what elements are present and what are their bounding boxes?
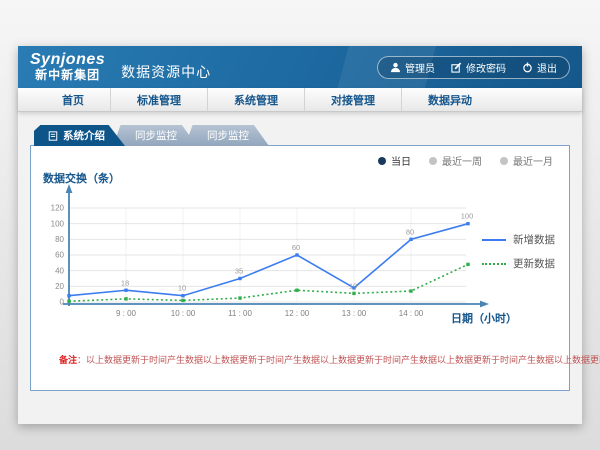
svg-text:14 : 00: 14 : 00 [399, 309, 424, 318]
radio-最近一周[interactable]: 最近一周 [429, 153, 482, 168]
chart-panel: 当日最近一周最近一月 数据交换（条） 0204060801001209 : 00… [30, 145, 570, 391]
chart-legend: 新增数据更新数据 [482, 232, 555, 271]
page-title: 数据资源中心 [121, 62, 211, 82]
tab-label: 系统介绍 [63, 128, 105, 143]
document-icon [48, 131, 58, 141]
user-toolbar-管理员[interactable]: 管理员 [390, 60, 435, 75]
tab-同步监控-2[interactable]: 同步监控 [185, 125, 269, 146]
user-toolbar-退出[interactable]: 退出 [522, 60, 557, 75]
nav-item-对接管理[interactable]: 对接管理 [305, 88, 402, 111]
radio-dot-icon [500, 157, 508, 165]
svg-text:60: 60 [292, 243, 300, 252]
footnote-text: ：以上数据更新于时间产生数据以上数据更新于时间产生数据以上数据更新于时间产生数据… [77, 355, 600, 365]
tab-同步监控-1[interactable]: 同步监控 [113, 125, 197, 146]
footnote-label: 备注 [59, 355, 77, 365]
svg-text:35: 35 [235, 267, 243, 276]
svg-text:20: 20 [55, 282, 64, 291]
svg-text:9 : 00: 9 : 00 [116, 309, 137, 318]
app-header: Synjones 新中新集团 数据资源中心 管理员 修改密码 退出 [18, 46, 582, 88]
brand-logo: Synjones 新中新集团 [30, 52, 105, 81]
content-area: 系统介绍同步监控同步监控 当日最近一周最近一月 数据交换（条） 02040608… [18, 112, 582, 424]
legend-item-更新数据: 更新数据 [482, 256, 555, 271]
svg-text:12 : 00: 12 : 00 [285, 309, 310, 318]
legend-label: 更新数据 [513, 256, 555, 271]
svg-text:13 : 00: 13 : 00 [342, 309, 367, 318]
tab-label: 同步监控 [207, 128, 249, 143]
tab-bar: 系统介绍 同步监控 同步监控 [34, 125, 570, 145]
user-toolbar-修改密码[interactable]: 修改密码 [451, 60, 506, 75]
time-range-filter: 当日 最近一周 最近一月 [378, 153, 553, 168]
svg-text:10: 10 [178, 284, 186, 293]
line-chart: 0 20 40 60 80 100 120 9 : 00 10 : 00 11 : 00 12 : … [39, 182, 501, 322]
radio-当日[interactable]: 当日 [378, 153, 411, 168]
user-toolbar: 管理员 修改密码 退出 [377, 56, 570, 79]
brand-logo-cn: 新中新集团 [30, 69, 105, 82]
nav-item-标准管理[interactable]: 标准管理 [111, 88, 208, 111]
logout-icon [522, 62, 533, 73]
svg-text:120: 120 [51, 204, 65, 213]
radio-label: 最近一月 [513, 153, 553, 168]
nav-item-数据异动[interactable]: 数据异动 [402, 88, 498, 111]
nav-item-首页[interactable]: 首页 [36, 88, 111, 111]
user-toolbar-label: 退出 [537, 60, 557, 75]
brand-logo-text: Synjones [30, 52, 105, 69]
legend-item-新增数据: 新增数据 [482, 232, 555, 247]
svg-text:40: 40 [55, 266, 64, 275]
radio-label: 最近一周 [442, 153, 482, 168]
user-icon [390, 62, 401, 73]
legend-swatch-icon [482, 263, 506, 265]
nav-item-系统管理[interactable]: 系统管理 [208, 88, 305, 111]
radio-dot-icon [378, 157, 386, 165]
main-nav: 首页标准管理系统管理对接管理数据异动 [18, 88, 582, 112]
radio-dot-icon [429, 157, 437, 165]
tab-label: 同步监控 [135, 128, 177, 143]
svg-text:18: 18 [121, 278, 129, 287]
legend-swatch-icon [482, 239, 506, 241]
svg-text:11 : 00: 11 : 00 [228, 309, 252, 318]
footnote: 备注：以上数据更新于时间产生数据以上数据更新于时间产生数据以上数据更新于时间产生… [59, 353, 600, 366]
radio-最近一月[interactable]: 最近一月 [500, 153, 553, 168]
legend-label: 新增数据 [513, 232, 555, 247]
radio-label: 当日 [391, 153, 411, 168]
svg-text:10: 10 [349, 281, 357, 290]
edit-icon [451, 62, 462, 73]
svg-text:60: 60 [55, 251, 64, 260]
svg-text:100: 100 [51, 219, 65, 228]
tab-系统介绍-0[interactable]: 系统介绍 [34, 125, 125, 146]
x-axis-title: 日期（小时） [451, 310, 517, 326]
svg-text:0: 0 [60, 298, 65, 307]
svg-text:10 : 00: 10 : 00 [171, 309, 196, 318]
svg-text:80: 80 [55, 235, 64, 244]
app-window: Synjones 新中新集团 数据资源中心 管理员修改密码退出 首页标准管理系统… [18, 46, 582, 424]
user-toolbar-label: 修改密码 [466, 60, 506, 75]
svg-text:100: 100 [461, 212, 474, 221]
user-toolbar-label: 管理员 [405, 60, 435, 75]
svg-text:80: 80 [406, 227, 414, 236]
